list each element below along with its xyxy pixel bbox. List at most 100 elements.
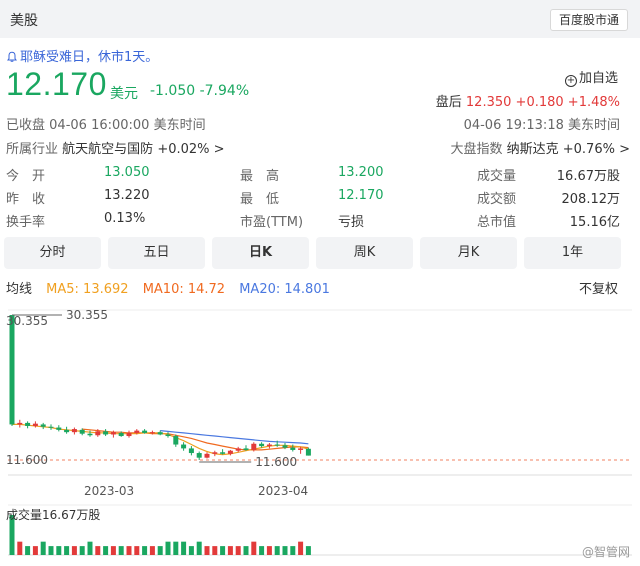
kline-chart[interactable]: 30.355 11.600 30.355 11.600 2023-03 2023-04 成交…	[0, 305, 640, 566]
chart-labels: 30.355 11.600 30.355 11.600 2023-03 2023-04 成交…	[6, 308, 308, 522]
volume-bar	[48, 546, 54, 555]
candle-body	[48, 426, 54, 428]
volume-bar	[56, 546, 62, 555]
stat-value: 亏损	[338, 215, 365, 230]
stat-label: 昨 收	[6, 192, 46, 207]
y-min-label: 11.600	[6, 453, 48, 467]
price-adjust-selector[interactable]: 不复权	[579, 278, 618, 297]
x-tick-label: 2023-03	[84, 484, 134, 498]
volume-bar	[134, 546, 140, 555]
volume-bar	[32, 546, 38, 555]
change-value: -1.050	[150, 83, 196, 99]
volume-bar	[282, 546, 288, 555]
after-hours-label: 盘后	[435, 95, 462, 110]
min-annotation: 11.600	[255, 455, 297, 469]
candle-body	[95, 431, 101, 436]
stat-label: 总市值	[477, 215, 517, 230]
candle-body	[110, 432, 116, 435]
candle-body	[282, 445, 288, 448]
stat-label: 成交量	[477, 169, 517, 184]
index-label: 大盘指数	[450, 142, 503, 157]
candle-body	[181, 444, 187, 449]
volume-bar	[290, 546, 296, 555]
market-status: 已收盘 04-06 16:00:00 美东时间	[6, 114, 206, 133]
index-change: +0.76%	[562, 142, 615, 157]
volume-bar	[142, 546, 148, 555]
volume-bar	[110, 546, 116, 555]
currency-label: 美元	[110, 86, 138, 102]
industry-label: 所属行业	[6, 142, 59, 157]
tab-five-day[interactable]: 五日	[108, 237, 205, 269]
ma-legend: 均线 MA5: 13.692 MA10: 14.72 MA20: 14.801	[6, 278, 340, 297]
after-hours-price: 12.350	[465, 95, 512, 110]
volume-bar	[79, 546, 85, 555]
candle-body	[32, 423, 38, 426]
volume-title: 成交量16.67万股	[6, 507, 100, 522]
volume-bar	[64, 546, 70, 555]
tab-one-year[interactable]: 1年	[524, 237, 621, 269]
stat-label: 成交额	[477, 192, 517, 207]
tab-intraday[interactable]: 分时	[4, 237, 101, 269]
candle-body	[79, 429, 85, 434]
baidu-stock-app-button[interactable]: 百度股市通	[549, 9, 628, 31]
stats-row: 今 开 13.050 最 高 13.200 成交量 16.67万股	[0, 165, 640, 187]
ma5-value: MA5: 13.692	[46, 282, 129, 297]
volume-bar	[266, 546, 272, 555]
volume-bar	[235, 546, 241, 555]
add-watchlist-label: 加自选	[578, 71, 618, 86]
index-name: 纳斯达克	[506, 142, 559, 157]
stat-label: 今 开	[6, 169, 46, 184]
volume-bar	[305, 546, 311, 555]
candle-body	[220, 452, 226, 454]
volume-bar	[298, 541, 304, 555]
after-hours-quote: 盘后 12.350 +0.180 +1.48%	[436, 91, 620, 110]
volume-bar	[259, 546, 265, 555]
add-watchlist-button[interactable]: + 加自选	[564, 67, 618, 87]
top-bar: 美股 百度股市通	[0, 0, 640, 38]
candles	[9, 315, 311, 460]
tab-daily-k[interactable]: 日K	[212, 237, 309, 269]
candle-body	[173, 436, 179, 445]
ma-title: 均线	[6, 282, 33, 297]
chevron-right-icon: >	[213, 142, 225, 157]
stat-value: 12.170	[338, 188, 384, 203]
candle-body	[266, 444, 272, 447]
tab-monthly-k[interactable]: 月K	[420, 237, 517, 269]
status-time: 04-06 16:00:00 美东时间	[49, 118, 206, 133]
chart-period-tabs: 分时 五日 日K 周K 月K 1年	[4, 237, 636, 269]
volume-bar	[40, 541, 46, 555]
bell-icon	[6, 50, 20, 65]
volume-bar	[173, 541, 179, 555]
candle-body	[87, 433, 93, 436]
change-percent: -7.94%	[199, 83, 250, 99]
candle-body	[126, 432, 132, 437]
y-max-label: 30.355	[6, 314, 48, 328]
industry-link[interactable]: 所属行业 航天航空与国防 +0.02% >	[6, 138, 225, 157]
candle-body	[165, 434, 171, 437]
after-hours-time: 04-06 19:13:18 美东时间	[463, 118, 620, 133]
stat-value: 16.67万股	[556, 169, 620, 184]
max-annotation: 30.355	[66, 308, 108, 322]
volume-bar	[212, 546, 218, 555]
price-change: -1.050 -7.94%	[150, 83, 249, 99]
kline-svg: 30.355 11.600 30.355 11.600 2023-03 2023-04 成交…	[6, 308, 632, 556]
index-link[interactable]: 大盘指数 纳斯达克 +0.76% >	[450, 138, 630, 157]
ma10-value: MA10: 14.72	[142, 282, 226, 297]
volume-bar	[251, 541, 257, 555]
holiday-notice[interactable]: 耶稣受难日，休市1天。	[6, 46, 158, 65]
candle-body	[17, 422, 23, 425]
stat-value: 13.050	[104, 165, 150, 180]
candle-body	[9, 315, 15, 425]
candle-body	[227, 450, 233, 454]
stats-row: 昨 收 13.220 最 低 12.170 成交额 208.12万	[0, 188, 640, 210]
notice-text: 耶稣受难日，休市1天。	[20, 50, 159, 65]
x-tick-label: 2023-04	[258, 484, 308, 498]
volume-bar	[157, 546, 163, 555]
volume-bar	[274, 546, 280, 555]
candle-body	[204, 453, 210, 458]
volume-bar	[243, 546, 249, 555]
ma20-line	[160, 430, 309, 445]
tab-weekly-k[interactable]: 周K	[316, 237, 413, 269]
candle-body	[298, 448, 304, 450]
candle-body	[118, 432, 124, 437]
